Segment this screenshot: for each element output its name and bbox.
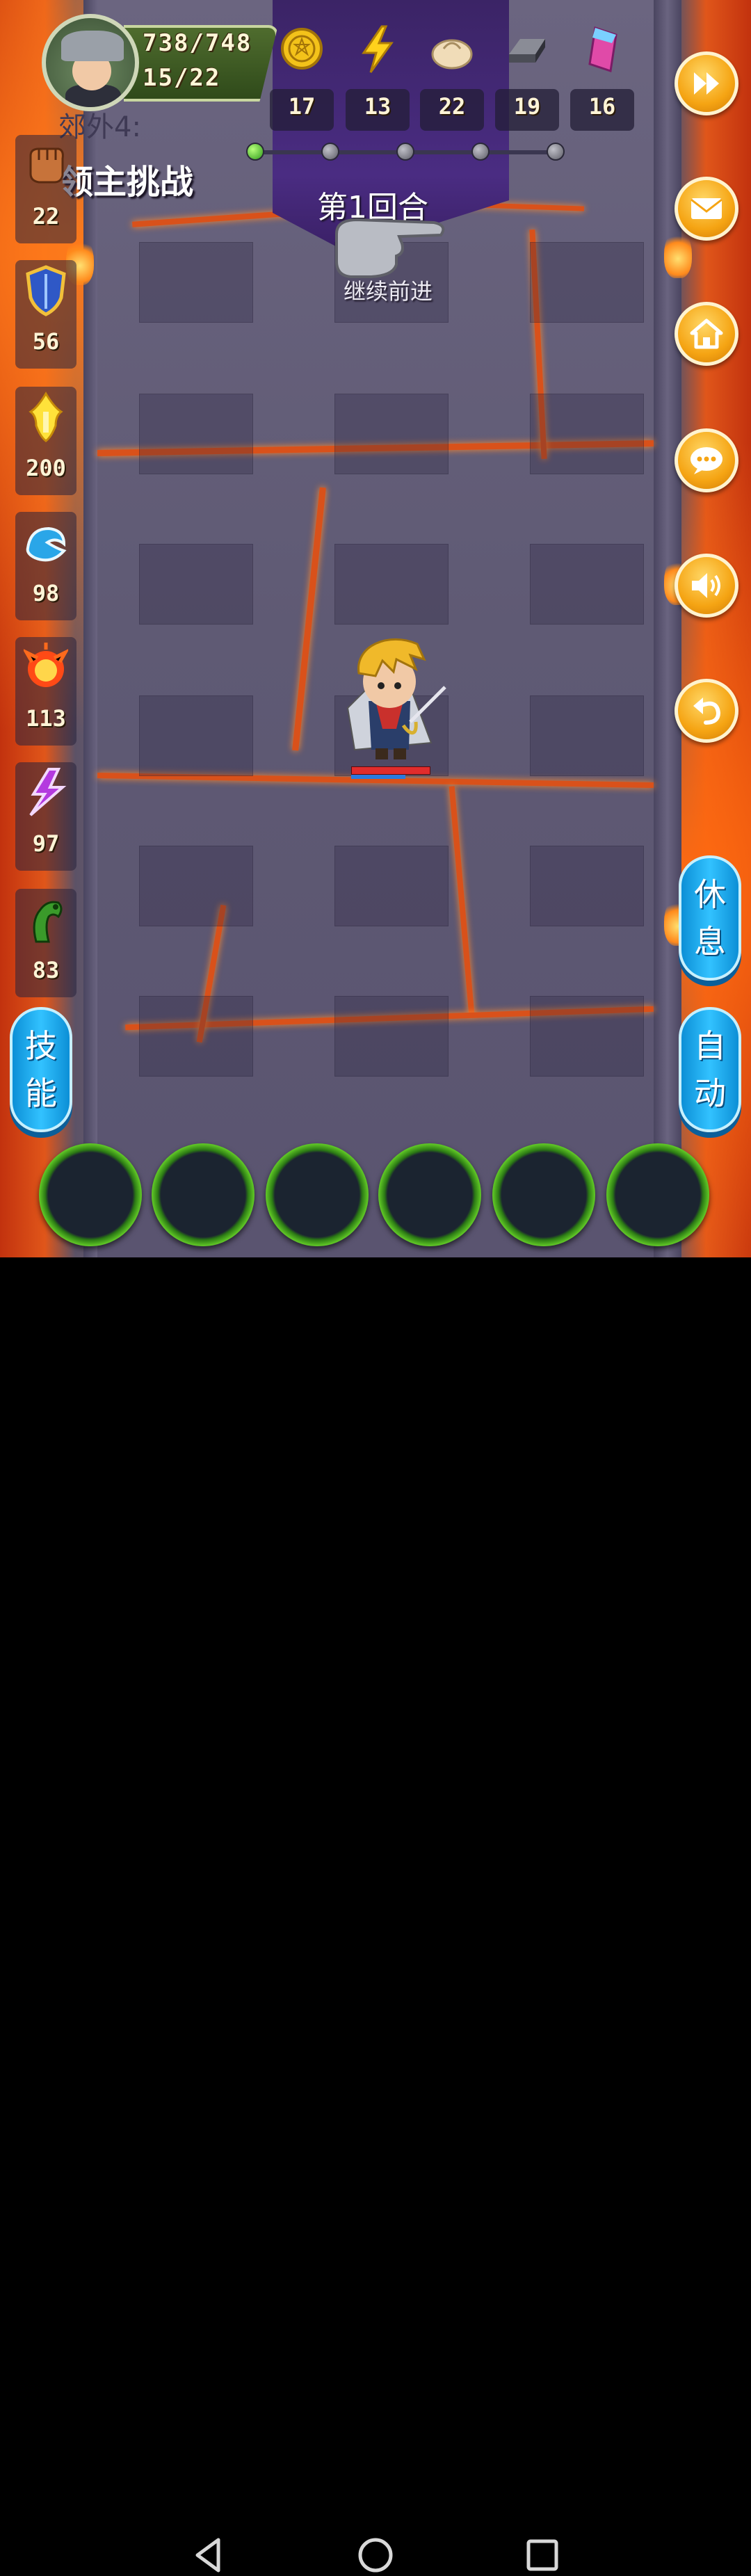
attribute-poison[interactable]: 83 (15, 889, 76, 997)
floor-tile[interactable] (139, 394, 253, 474)
iron-ingot-icon (509, 39, 545, 63)
right-wall (654, 0, 681, 1257)
resource-energy[interactable]: 13 (346, 21, 410, 131)
hero-character[interactable] (327, 631, 452, 764)
progress-dot (321, 143, 339, 161)
fist-icon (29, 147, 64, 184)
skill-slot[interactable] (39, 1143, 142, 1246)
floor-tile[interactable] (530, 996, 644, 1077)
floor-tile[interactable] (334, 996, 449, 1077)
attribute-attack[interactable]: 22 (15, 135, 76, 243)
player-avatar[interactable] (42, 14, 139, 111)
floor-tile[interactable] (530, 544, 644, 625)
poison-value: 83 (32, 957, 60, 983)
holy-flame-icon (29, 392, 63, 442)
lightning-icon (29, 768, 67, 816)
skill-slot[interactable] (606, 1143, 709, 1246)
game-stage: 738/748 15/22 17 13 22 19 16 郊外4: 领主挑战 第… (0, 0, 751, 1257)
coin-icon (281, 28, 323, 70)
crystal-icon (588, 26, 617, 72)
resource-bun[interactable]: 22 (420, 21, 484, 131)
sound-icon (692, 573, 720, 598)
sound-button[interactable] (675, 554, 738, 618)
player-level-progress: 15/22 (143, 64, 221, 92)
floor-tile[interactable] (530, 242, 644, 323)
floor-tile[interactable] (334, 544, 449, 625)
auto-button-label: 自动 (694, 1027, 726, 1112)
rest-button[interactable]: 休息 (679, 855, 741, 981)
floor-tile[interactable] (139, 996, 253, 1077)
boss-challenge-title: 领主挑战 (60, 163, 194, 202)
skill-slot[interactable] (152, 1143, 255, 1246)
home-nav-icon[interactable] (355, 2534, 396, 2576)
floor-tile[interactable] (334, 846, 449, 926)
progress-dot (547, 143, 565, 161)
skill-slot[interactable] (266, 1143, 369, 1246)
home-button[interactable] (675, 302, 738, 366)
skill-slot[interactable] (492, 1143, 595, 1246)
energy-icon (362, 25, 394, 73)
attribute-defense[interactable]: 56 (15, 260, 76, 369)
auto-button[interactable]: 自动 (679, 1007, 741, 1132)
floor-tile[interactable] (530, 846, 644, 926)
attribute-water[interactable]: 98 (15, 512, 76, 620)
bun-count: 22 (438, 93, 466, 120)
skill-button-label: 技能 (25, 1027, 57, 1112)
mail-icon (691, 198, 722, 219)
resource-coin[interactable]: 17 (270, 21, 334, 131)
resource-crystal[interactable]: 16 (570, 21, 634, 131)
hero-health-bar (351, 766, 430, 775)
floor-tile[interactable] (139, 695, 253, 776)
pointing-hand-icon[interactable] (330, 213, 452, 282)
resource-iron[interactable]: 19 (495, 21, 559, 131)
attribute-lightning[interactable]: 97 (15, 762, 76, 871)
floor-tile[interactable] (530, 695, 644, 776)
skill-slot[interactable] (378, 1143, 481, 1246)
defense-value: 56 (32, 328, 60, 355)
coin-count: 17 (288, 93, 316, 120)
torch (664, 230, 692, 278)
progress-dot (471, 143, 490, 161)
crystal-count: 16 (588, 93, 616, 120)
chat-button[interactable] (675, 428, 738, 492)
progress-dot (396, 143, 414, 161)
back-button[interactable] (675, 679, 738, 743)
rest-button-label: 休息 (694, 876, 726, 960)
mail-button[interactable] (675, 177, 738, 241)
fire-value: 113 (26, 705, 66, 732)
player-hp-text: 738/748 (143, 29, 252, 57)
shield-icon (26, 265, 66, 316)
floor-tile[interactable] (139, 544, 253, 625)
floor-tile[interactable] (139, 846, 253, 926)
back-icon (693, 698, 721, 725)
iron-count: 19 (513, 93, 541, 120)
bun-icon (431, 39, 473, 70)
home-icon (690, 319, 723, 349)
water-value: 98 (32, 580, 60, 606)
water-icon (26, 526, 67, 562)
floor-tile[interactable] (530, 394, 644, 474)
holy-value: 200 (26, 455, 66, 481)
poison-icon (33, 901, 63, 943)
chat-icon (691, 447, 722, 474)
attribute-holy[interactable]: 200 (15, 387, 76, 495)
attribute-fire[interactable]: 113 (15, 637, 76, 746)
skill-button[interactable]: 技能 (10, 1007, 72, 1132)
energy-count: 13 (364, 93, 391, 120)
floor-tile[interactable] (334, 394, 449, 474)
recents-nav-icon[interactable] (522, 2534, 563, 2576)
floor-tile[interactable] (139, 242, 253, 323)
lightning-value: 97 (32, 830, 60, 857)
system-navigation-bar (0, 1257, 751, 2573)
progress-dot (246, 143, 264, 161)
back-nav-icon[interactable] (188, 2534, 229, 2576)
fast-forward-button[interactable] (675, 51, 738, 115)
continue-hint[interactable]: 继续前进 (344, 274, 433, 306)
attack-value: 22 (32, 203, 60, 230)
fire-icon (24, 643, 68, 687)
fast-forward-icon (694, 72, 719, 95)
hero-mana-bar (351, 775, 405, 779)
